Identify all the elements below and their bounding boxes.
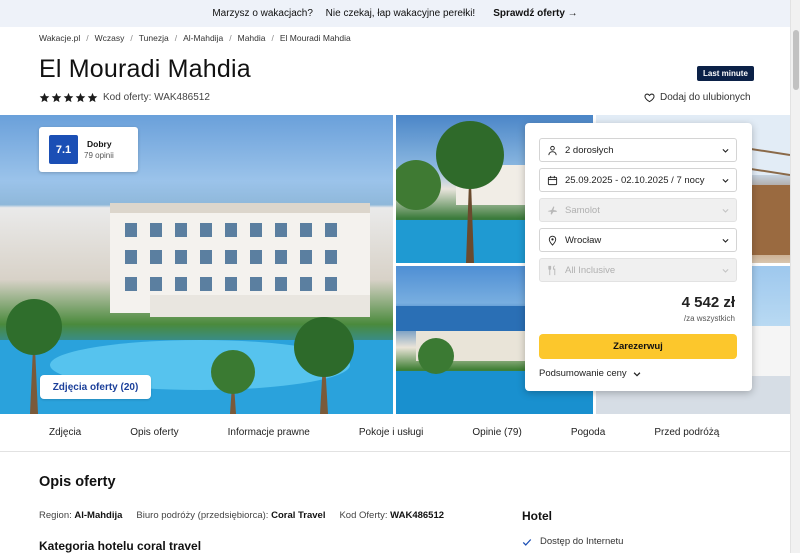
meal-icon <box>546 264 558 276</box>
travelers-select[interactable]: 2 dorosłych <box>539 138 737 162</box>
breadcrumb-separator: / <box>271 33 274 43</box>
tab-zdjecia[interactable]: Zdjęcia <box>37 427 93 438</box>
star-icon <box>39 92 50 103</box>
breadcrumb-separator: / <box>229 33 232 43</box>
description-title: Opis oferty <box>39 474 116 490</box>
favorites-label: Dodaj do ulubionych <box>660 92 751 103</box>
breadcrumb-separator: / <box>174 33 178 43</box>
location-icon <box>546 234 558 246</box>
agency-meta: Biuro podróży (przedsiębiorca): Coral Tr… <box>136 510 325 521</box>
code-meta: Kod Oferty: WAK486512 <box>339 510 444 521</box>
chevron-down-icon <box>633 371 641 377</box>
breadcrumb-item-al-mahdija[interactable]: Al-Mahdija <box>183 33 223 43</box>
board-select: All Inclusive <box>539 258 737 282</box>
chevron-down-icon <box>722 208 729 213</box>
page-title: El Mouradi Mahdia <box>39 55 251 83</box>
amenity-item: Dostęp do Internetu <box>522 536 623 547</box>
breadcrumb-separator: / <box>130 33 133 43</box>
breadcrumb-item-wczasy[interactable]: Wczasy <box>95 33 125 43</box>
tab-pogoda[interactable]: Pogoda <box>559 427 617 438</box>
region-meta: Region: Al-Mahdija <box>39 510 122 521</box>
scrollbar-thumb[interactable] <box>793 30 799 90</box>
travelers-value: 2 dorosłych <box>565 144 614 156</box>
offer-meta: Region: Al-Mahdija Biuro podróży (przeds… <box>39 510 444 521</box>
photos-button[interactable]: Zdjęcia oferty (20) <box>40 375 151 399</box>
transport-select: Samolot <box>539 198 737 222</box>
breadcrumb-separator: / <box>86 33 89 43</box>
promo-cta-label: Sprawdź oferty <box>493 8 565 19</box>
hotel-section-title: Hotel <box>522 509 552 523</box>
dates-value: 25.09.2025 - 02.10.2025 / 7 nocy <box>565 174 705 186</box>
tab-opis-oferty[interactable]: Opis oferty <box>118 427 190 438</box>
plane-icon <box>546 204 558 216</box>
code-value: WAK486512 <box>390 510 445 521</box>
agency-value: Coral Travel <box>271 510 326 521</box>
region-label: Region: <box>39 510 72 521</box>
promo-cta-link[interactable]: Sprawdź oferty → <box>493 8 577 19</box>
offer-code: Kod oferty: WAK486512 <box>103 92 210 103</box>
promo-banner[interactable]: Marzysz o wakacjach? Nie czekaj, łap wak… <box>0 0 790 27</box>
agency-label: Biuro podróży (przedsiębiorca): <box>136 510 269 521</box>
breadcrumb-item-current: El Mouradi Mahdia <box>279 33 351 43</box>
rating-card[interactable]: 7.1 Dobry 79 opinii <box>39 127 138 172</box>
rating-count: 79 opinii <box>84 151 114 160</box>
star-icon <box>63 92 74 103</box>
total-price: 4 542 zł <box>681 294 735 311</box>
price-summary-toggle[interactable]: Podsumowanie ceny <box>539 368 642 379</box>
star-icon <box>75 92 86 103</box>
star-icon <box>51 92 62 103</box>
hotel-category-title: Kategoria hotelu coral travel <box>39 539 202 553</box>
promo-text: Marzysz o wakacjach? Nie czekaj, łap wak… <box>212 8 486 19</box>
last-minute-badge: Last minute <box>697 66 754 81</box>
dates-select[interactable]: 25.09.2025 - 02.10.2025 / 7 nocy <box>539 168 737 192</box>
breadcrumb: Wakacje.pl / Wczasy / Tunezja / Al-Mahdi… <box>39 33 351 43</box>
price-summary-label: Podsumowanie ceny <box>539 368 627 379</box>
breadcrumb-item-mahdia[interactable]: Mahdia <box>238 33 266 43</box>
board-value: All Inclusive <box>565 264 616 276</box>
hotel-stars <box>39 92 98 103</box>
breadcrumb-item-wakacje[interactable]: Wakacje.pl <box>39 33 80 43</box>
tab-opinie[interactable]: Opinie (79) <box>460 427 533 438</box>
breadcrumb-item-tunezja[interactable]: Tunezja <box>139 33 169 43</box>
booking-panel: 2 dorosłych 25.09.2025 - 02.10.2025 / 7 … <box>525 123 752 391</box>
rating-label: Dobry <box>87 139 112 149</box>
departure-select[interactable]: Wrocław <box>539 228 737 252</box>
person-icon <box>546 144 558 156</box>
region-value: Al-Mahdija <box>74 510 123 521</box>
tab-pokoje-i-uslugi[interactable]: Pokoje i usługi <box>347 427 435 438</box>
page-scrollbar[interactable] <box>790 0 800 553</box>
departure-value: Wrocław <box>565 234 602 246</box>
rating-score: 7.1 <box>49 135 78 164</box>
chevron-down-icon <box>722 148 729 153</box>
price-note: /za wszystkich <box>683 314 735 323</box>
chevron-down-icon <box>722 178 729 183</box>
chevron-down-icon <box>722 238 729 243</box>
tab-przed-podroza[interactable]: Przed podróżą <box>642 427 731 438</box>
arrow-right-icon: → <box>567 8 578 19</box>
heart-icon <box>644 93 655 103</box>
add-to-favorites-button[interactable]: Dodaj do ulubionych <box>644 92 751 103</box>
tab-informacje-prawne[interactable]: Informacje prawne <box>216 427 322 438</box>
reserve-button[interactable]: Zarezerwuj <box>539 334 737 359</box>
code-label: Kod Oferty: <box>339 510 388 521</box>
check-icon <box>522 538 532 546</box>
chevron-down-icon <box>722 268 729 273</box>
star-icon <box>87 92 98 103</box>
amenity-label: Dostęp do Internetu <box>540 536 624 547</box>
transport-value: Samolot <box>565 204 600 216</box>
calendar-icon <box>546 174 558 186</box>
section-tabs: Zdjęcia Opis oferty Informacje prawne Po… <box>0 414 790 452</box>
